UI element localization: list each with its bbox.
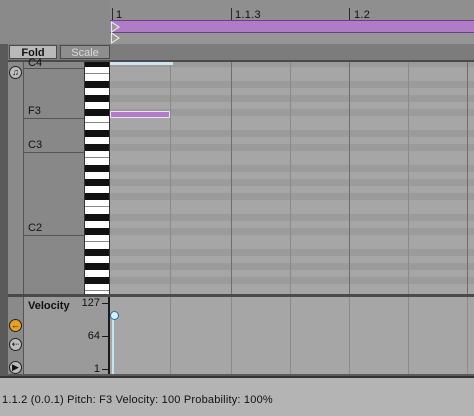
velocity-handle[interactable] <box>110 311 119 320</box>
grid-line <box>231 62 232 294</box>
black-key[interactable] <box>85 263 109 270</box>
black-key[interactable] <box>85 109 109 116</box>
play-icon[interactable]: ▶ <box>9 361 22 374</box>
black-key[interactable] <box>85 95 109 102</box>
octave-line <box>24 118 84 119</box>
grid-line <box>467 62 468 294</box>
velocity-grid-line <box>170 297 171 374</box>
left-edge <box>0 0 8 416</box>
black-key[interactable] <box>85 179 109 186</box>
top-left-corner <box>0 0 110 44</box>
ruler-tick <box>349 8 350 20</box>
velocity-lane-header: Velocity 127 64 1 <box>24 297 110 375</box>
black-key[interactable] <box>85 277 109 284</box>
velocity-mid-label: 64 <box>87 330 100 342</box>
black-key[interactable] <box>85 193 109 200</box>
beat-ruler[interactable]: 1 1.1.3 1.2 <box>110 0 474 21</box>
black-key[interactable] <box>85 165 109 172</box>
grid-row <box>110 165 474 172</box>
key-separator <box>85 241 109 242</box>
arrow-left-dot-icon[interactable]: ⇠ <box>9 338 22 351</box>
key-label-f3: F3 <box>28 105 41 117</box>
headphones-icon[interactable]: ♫ <box>9 66 22 79</box>
velocity-lane[interactable] <box>110 297 474 374</box>
velocity-grid-line <box>349 297 350 374</box>
grid-row <box>110 144 474 151</box>
black-key[interactable] <box>85 81 109 88</box>
grid-line <box>170 62 171 294</box>
note-grid[interactable] <box>110 62 474 294</box>
grid-row <box>110 277 474 284</box>
key-separator <box>85 122 109 123</box>
status-text: 1.1.2 (0.0.1) Pitch: F3 Velocity: 100 Pr… <box>2 394 273 406</box>
grid-row <box>110 95 474 102</box>
velocity-title: Velocity <box>28 300 70 312</box>
key-separator <box>85 157 109 158</box>
key-separator <box>85 206 109 207</box>
velocity-grid-line <box>231 297 232 374</box>
selection-highlight <box>110 62 173 65</box>
velocity-tick <box>102 303 108 304</box>
side-controls: ♫ ← ⇠ ▶ <box>8 62 24 374</box>
scale-button[interactable]: Scale <box>60 45 110 59</box>
grid-line <box>349 62 350 294</box>
black-key[interactable] <box>85 249 109 256</box>
velocity-grid-line <box>290 297 291 374</box>
editor-buttons: Fold Scale <box>8 45 110 60</box>
black-key[interactable] <box>85 144 109 151</box>
ruler-tick <box>112 8 113 20</box>
grid-row <box>110 228 474 235</box>
midi-note-f3[interactable] <box>110 111 170 118</box>
piano-keyboard[interactable] <box>84 62 110 294</box>
key-label-c3: C3 <box>28 139 43 151</box>
key-label-c2: C2 <box>28 222 43 234</box>
grid-row <box>110 214 474 221</box>
octave-line <box>24 68 84 69</box>
black-key[interactable] <box>85 130 109 137</box>
key-separator <box>85 290 109 291</box>
status-bar: 1.1.2 (0.0.1) Pitch: F3 Velocity: 100 Pr… <box>0 376 474 416</box>
clip-region-bar[interactable] <box>110 20 474 33</box>
black-key[interactable] <box>85 228 109 235</box>
key-separator <box>85 73 109 74</box>
arrow-left-icon[interactable]: ← <box>9 319 22 332</box>
velocity-tick <box>102 336 108 337</box>
octave-line <box>24 235 84 236</box>
velocity-grid-line <box>467 297 468 374</box>
key-labels: C4 F3 C3 C2 <box>24 57 84 294</box>
velocity-stem <box>112 315 114 374</box>
grid-row <box>110 130 474 137</box>
ruler-tick <box>231 8 232 20</box>
octave-line <box>24 152 84 153</box>
grid-line <box>408 62 409 294</box>
grid-row <box>110 179 474 186</box>
grid-line <box>290 62 291 294</box>
black-key[interactable] <box>85 62 109 67</box>
black-key[interactable] <box>85 214 109 221</box>
grid-row <box>110 193 474 200</box>
velocity-grid-line <box>408 297 409 374</box>
loop-bar[interactable] <box>110 32 474 44</box>
grid-row <box>110 263 474 270</box>
loop-marker-icon[interactable] <box>111 32 120 44</box>
velocity-max-label: 127 <box>81 297 100 309</box>
grid-row <box>110 249 474 256</box>
velocity-tick <box>102 369 108 370</box>
grid-row <box>110 81 474 88</box>
